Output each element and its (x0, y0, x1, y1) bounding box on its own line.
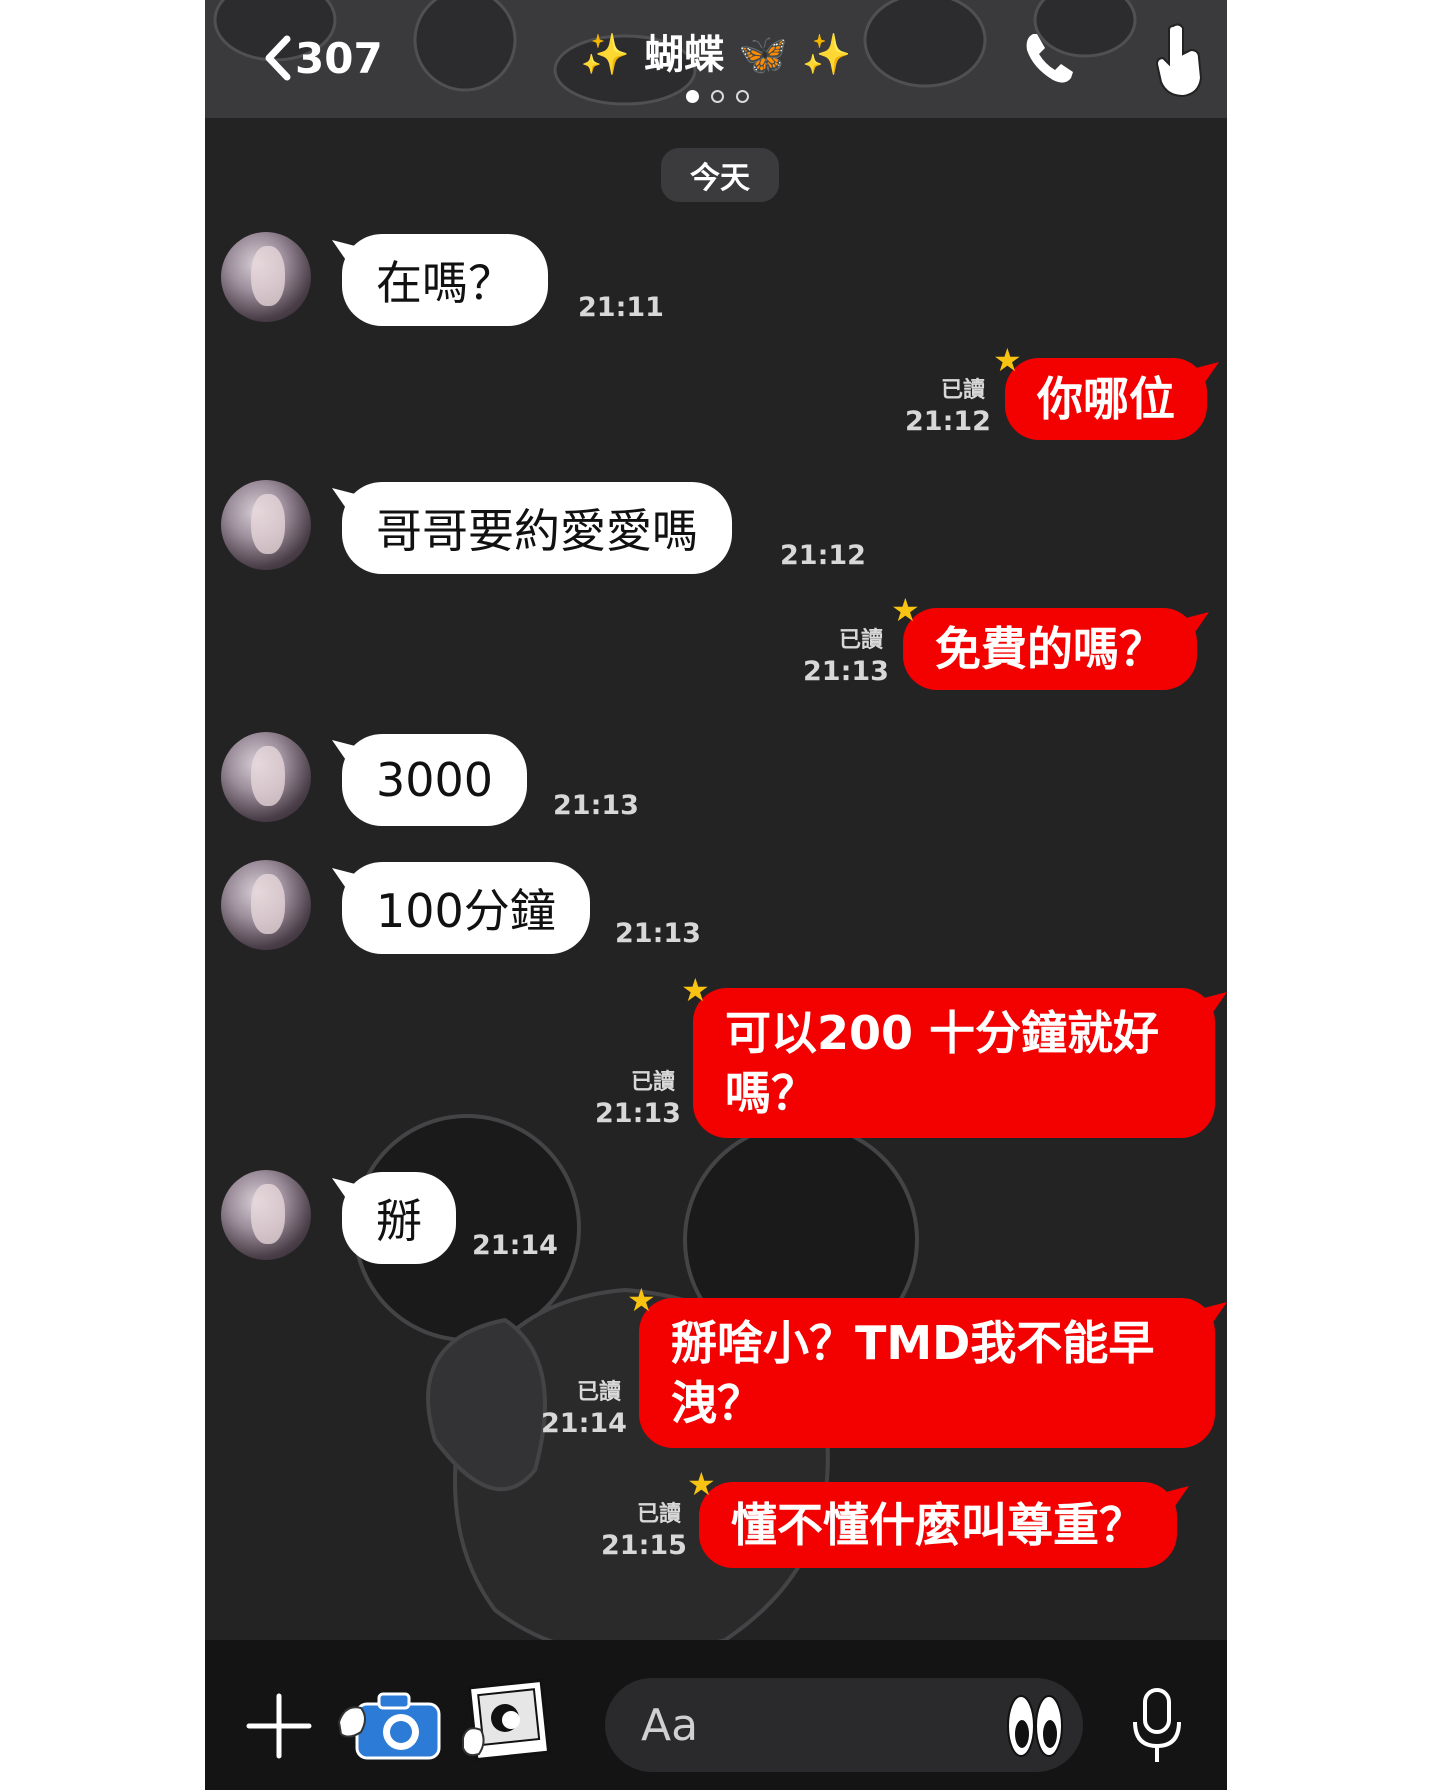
chat-header: 307 ✨ 蝴蝶 🦋 ✨ (205, 0, 1227, 118)
camera-icon[interactable] (335, 1678, 445, 1768)
outgoing-message-bubble[interactable]: ★ 懂不懂什麼叫尊重？ (687, 1468, 1177, 1568)
message-time: 21:13 (803, 656, 889, 687)
star-icon: ★ (681, 971, 710, 1009)
butterfly-icon: 🦋 (738, 32, 788, 78)
message-time: 21:14 (541, 1408, 627, 1439)
read-receipt: 已讀 (940, 378, 985, 403)
plus-icon[interactable] (245, 1692, 313, 1760)
star-icon: ★ (627, 1281, 656, 1319)
message-text-line: 可以200 十分鐘就好 (725, 1006, 1160, 1060)
sparkle-icon: ✨ (801, 32, 852, 78)
incoming-message-bubble[interactable]: 在嗎？ (342, 234, 548, 326)
message-meta: 已讀 21:12 (905, 376, 991, 438)
page-dot (711, 90, 724, 103)
page-dot (736, 90, 749, 103)
outgoing-message-bubble[interactable]: ★ 掰啥小？TMD我不能早 洩？ (627, 1284, 1215, 1448)
message-time: 21:14 (472, 1230, 558, 1261)
contact-name: 蝴蝶 (644, 32, 725, 78)
message-meta: 已讀 21:13 (595, 1068, 681, 1130)
message-text-line: 掰啥小？TMD我不能早 (671, 1316, 1155, 1370)
outgoing-message-bubble[interactable]: ★ 可以200 十分鐘就好 嗎？ (681, 974, 1215, 1138)
message-time: 21:13 (615, 918, 701, 949)
outgoing-message-bubble[interactable]: ★ 免費的嗎？ (891, 594, 1197, 690)
message-text: 掰 (376, 1194, 422, 1248)
incoming-message-bubble[interactable]: 100分鐘 (342, 862, 590, 954)
message-text: 免費的嗎？ (935, 622, 1165, 676)
sparkle-icon: ✨ (580, 32, 631, 78)
message-input-placeholder: Aa (641, 1699, 699, 1751)
date-divider: 今天 (661, 148, 779, 202)
message-text: 你哪位 (1037, 372, 1175, 426)
page-dot (686, 90, 699, 103)
message-meta: 已讀 21:13 (803, 626, 889, 688)
star-icon: ★ (687, 1465, 716, 1503)
read-receipt: 已讀 (636, 1502, 681, 1527)
read-receipt: 已讀 (630, 1070, 675, 1095)
message-meta: 已讀 21:14 (541, 1378, 627, 1440)
message-time: 21:12 (780, 540, 866, 571)
message-time: 21:11 (578, 292, 664, 323)
read-receipt: 已讀 (838, 628, 883, 653)
message-text: 3000 (376, 753, 494, 807)
hand-pointer-icon[interactable] (1147, 20, 1211, 100)
incoming-message-bubble[interactable]: 3000 (342, 734, 528, 826)
message-text: 哥哥要約愛愛嗎 (376, 504, 698, 558)
incoming-message-bubble[interactable]: 哥哥要約愛愛嗎 (342, 482, 732, 574)
avatar[interactable] (221, 1170, 311, 1260)
message-meta: 已讀 21:15 (601, 1500, 687, 1562)
message-time: 21:13 (595, 1098, 681, 1129)
avatar[interactable] (221, 732, 311, 822)
avatar[interactable] (221, 480, 311, 570)
chat-screen: 307 ✨ 蝴蝶 🦋 ✨ 今天 在嗎？ 21:11 已讀 21:12 ★ 你哪位… (205, 0, 1227, 1790)
microphone-icon[interactable] (1129, 1686, 1185, 1766)
message-time: 21:15 (601, 1530, 687, 1561)
star-icon: ★ (993, 341, 1022, 379)
message-text: 懂不懂什麼叫尊重？ (731, 1498, 1145, 1552)
composer-bar: Aa (205, 1640, 1227, 1790)
avatar[interactable] (221, 232, 311, 322)
message-text: 100分鐘 (376, 884, 556, 938)
message-time: 21:13 (553, 790, 639, 821)
photo-icon[interactable] (459, 1678, 551, 1770)
eyes-emoji-icon[interactable] (1005, 1686, 1065, 1764)
phone-icon[interactable] (1021, 28, 1079, 88)
message-time: 21:12 (905, 406, 991, 437)
read-receipt: 已讀 (576, 1380, 621, 1405)
avatar[interactable] (221, 860, 311, 950)
message-text: 在嗎？ (376, 256, 514, 310)
page-indicator (686, 90, 749, 103)
message-text-line: 嗎？ (725, 1066, 817, 1120)
outgoing-message-bubble[interactable]: ★ 你哪位 (993, 344, 1207, 440)
incoming-message-bubble[interactable]: 掰 (342, 1172, 456, 1264)
star-icon: ★ (891, 591, 920, 629)
message-text-line: 洩？ (671, 1376, 763, 1430)
